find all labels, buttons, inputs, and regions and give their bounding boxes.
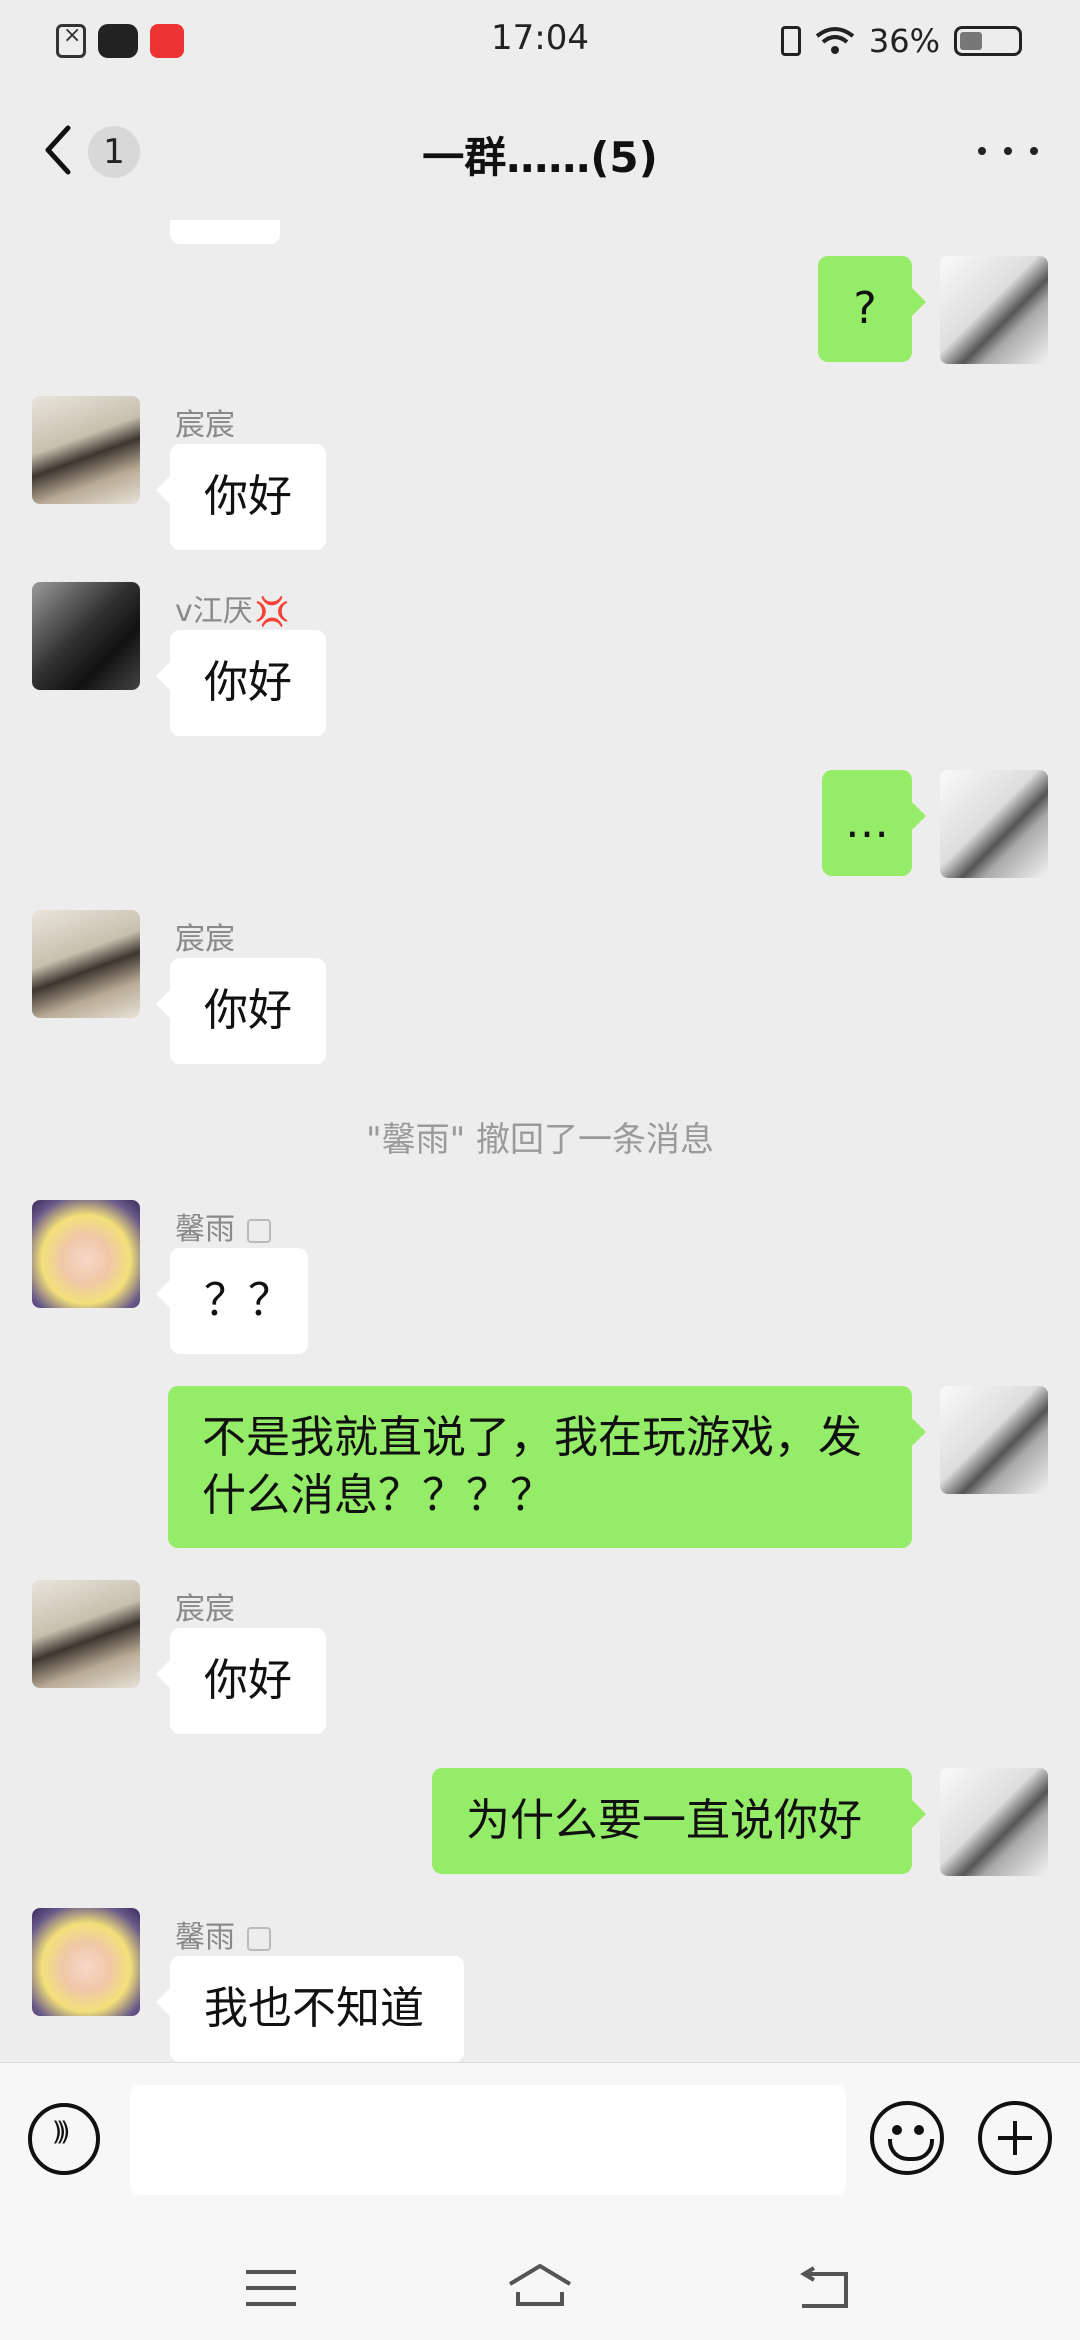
system-nav-bar: [0, 2220, 1080, 2340]
member-badge-icon: [247, 1926, 271, 1951]
recall-notice: "馨雨" 撤回了一条消息: [365, 1120, 715, 1160]
message-text-line: 什么消息？？？？: [202, 1470, 554, 1521]
more-icon[interactable]: [978, 138, 1038, 164]
message-input[interactable]: [130, 2085, 846, 2195]
message-text-line: 不是我就直说了，我在玩游戏，发: [202, 1412, 862, 1463]
message-bubble-self[interactable]: …: [822, 770, 926, 876]
member-badge-icon: [247, 1218, 271, 1243]
sender-name: 馨雨: [175, 1204, 271, 1248]
emoji-icon[interactable]: [870, 2101, 944, 2175]
message-bubble-other[interactable]: ？？: [156, 1248, 308, 1354]
chat-header: 1 一群……(5): [0, 82, 1080, 220]
sender-avatar[interactable]: [32, 1580, 140, 1688]
input-bar: [0, 2062, 1080, 2221]
self-avatar[interactable]: [940, 770, 1048, 878]
message-bubble-self[interactable]: ?: [818, 256, 926, 362]
sender-name: 宸宸: [175, 1592, 235, 1627]
plus-icon[interactable]: [978, 2101, 1052, 2175]
back-nav-icon[interactable]: [796, 2266, 852, 2310]
sender-name: v江厌💢: [175, 586, 290, 630]
sender-name-text: v江厌: [175, 594, 253, 629]
sender-avatar[interactable]: [32, 582, 140, 690]
sender-avatar[interactable]: [32, 1908, 140, 2016]
recent-apps-icon[interactable]: [246, 2270, 296, 2306]
sender-avatar[interactable]: [32, 910, 140, 1018]
status-icons-right: 36%: [780, 22, 1022, 60]
home-icon[interactable]: [506, 2260, 574, 2310]
message-bubble-self[interactable]: 不是我就直说了，我在玩游戏，发 什么消息？？？？: [168, 1386, 926, 1548]
partial-message-bubble: [170, 220, 280, 244]
message-bubble-other[interactable]: 我也不知道: [156, 1956, 464, 2062]
message-bubble-other[interactable]: 你好: [156, 1628, 326, 1734]
message-bubble-other[interactable]: 你好: [156, 958, 326, 1064]
sender-name: 馨雨: [175, 1912, 271, 1956]
message-list[interactable]: ? 宸宸 你好 v江厌💢 你好 … 宸宸 你好 "馨雨" 撤回了一条消息 馨雨 …: [0, 220, 1080, 2062]
self-avatar[interactable]: [940, 1768, 1048, 1876]
anger-symbol-icon: 💢: [254, 595, 290, 628]
message-bubble-other[interactable]: 你好: [156, 444, 326, 550]
message-bubble-self[interactable]: 为什么要一直说你好: [432, 1768, 926, 1874]
chat-title: 一群……(5): [422, 133, 658, 182]
voice-icon[interactable]: [28, 2103, 100, 2175]
vibrate-icon: [780, 26, 801, 56]
message-bubble-other[interactable]: 你好: [156, 630, 326, 736]
sender-name-text: 馨雨: [175, 1920, 235, 1955]
self-avatar[interactable]: [940, 256, 1048, 364]
battery-percent: 36%: [868, 22, 940, 60]
sender-avatar[interactable]: [32, 1200, 140, 1308]
battery-icon: [954, 26, 1022, 56]
self-avatar[interactable]: [940, 1386, 1048, 1494]
sender-name: 宸宸: [175, 922, 235, 957]
wifi-icon: [815, 27, 855, 54]
sender-name: 宸宸: [175, 408, 235, 443]
sender-name-text: 馨雨: [175, 1212, 235, 1247]
status-bar: 17:04 36%: [0, 0, 1080, 82]
sender-avatar[interactable]: [32, 396, 140, 504]
